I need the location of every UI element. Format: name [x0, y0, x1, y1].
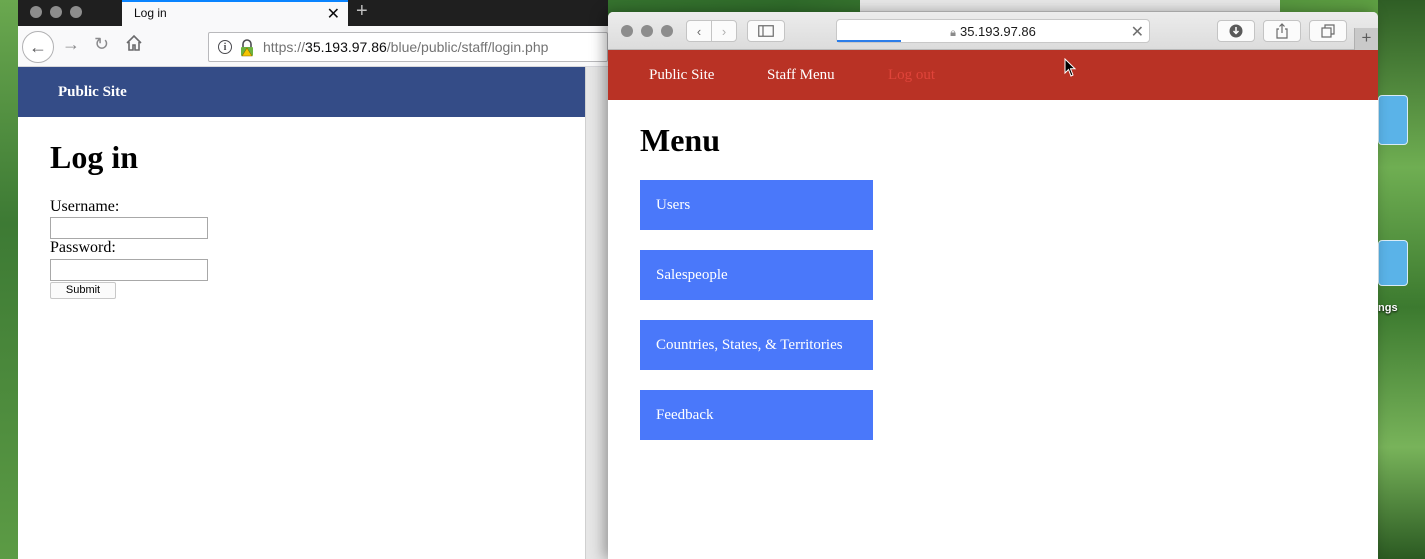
reload-icon[interactable]: ↻: [94, 34, 109, 55]
info-icon[interactable]: i: [218, 40, 232, 54]
tab-login[interactable]: Log in ✕: [122, 0, 348, 26]
firefox-navbar: ← → ↻ i https://35.193.97.86/blue/public…: [18, 26, 608, 67]
loading-progress-bar: [837, 40, 901, 42]
firefox-titlebar: Log in ✕ +: [18, 0, 608, 26]
url-bar[interactable]: 🔒︎ 35.193.97.86 ✕: [836, 19, 1150, 43]
menu-item-countries[interactable]: Countries, States, & Territories: [640, 320, 873, 370]
zoom-window-icon[interactable]: [661, 25, 673, 37]
url-host: 35.193.97.86: [305, 39, 387, 55]
desktop-folder-icon[interactable]: [1378, 240, 1408, 286]
public-site-link[interactable]: Public Site: [58, 84, 127, 101]
url-host: 35.193.97.86: [959, 24, 1036, 39]
username-field[interactable]: [50, 217, 208, 239]
safari-toolbar: ‹ › 🔒︎ 35.193.97.86 ✕ +: [608, 12, 1378, 50]
url-bar[interactable]: i https://35.193.97.86/blue/public/staff…: [208, 32, 608, 62]
minimize-window-icon[interactable]: [641, 25, 653, 37]
back-chevron-icon[interactable]: ‹: [686, 20, 712, 42]
tab-title: Log in: [134, 6, 167, 20]
lock-icon: 🔒︎: [950, 27, 956, 39]
url-text: https://35.193.97.86/blue/public/staff/l…: [263, 39, 548, 55]
new-tab-icon[interactable]: +: [356, 0, 368, 23]
password-field[interactable]: [50, 259, 208, 281]
close-window-icon[interactable]: [621, 25, 633, 37]
sidebar-toggle-icon[interactable]: [747, 20, 785, 42]
page-title: Log in: [50, 139, 139, 175]
minimize-window-icon[interactable]: [50, 6, 62, 18]
safari-window: ‹ › 🔒︎ 35.193.97.86 ✕ + Public Site Staff…: [608, 12, 1378, 559]
staff-menu-link[interactable]: Staff Menu: [767, 67, 835, 84]
public-site-link[interactable]: Public Site: [649, 67, 714, 84]
new-tab-icon[interactable]: +: [1354, 28, 1378, 50]
lock-warning-icon[interactable]: [239, 39, 255, 57]
page-title: Menu: [640, 122, 720, 158]
forward-chevron-icon[interactable]: ›: [711, 20, 737, 42]
url-text: 🔒︎ 35.193.97.86: [837, 24, 1149, 40]
mouse-cursor-icon: [1064, 58, 1077, 77]
background-window-edge: [860, 0, 1280, 12]
menu-item-feedback[interactable]: Feedback: [640, 390, 873, 440]
desktop-strip-right: ngs: [1378, 0, 1425, 559]
username-label: Username:: [50, 198, 120, 215]
site-header: Public Site: [18, 67, 585, 117]
password-label: Password:: [50, 239, 116, 256]
url-path: /blue/public/staff/login.php: [386, 39, 549, 55]
menu-item-users[interactable]: Users: [640, 180, 873, 230]
stop-loading-icon[interactable]: ✕: [1131, 22, 1144, 42]
forward-arrow-icon[interactable]: →: [62, 34, 80, 55]
firefox-window: Log in ✕ + ← → ↻ i https://35.193.97.86/…: [18, 0, 608, 559]
close-window-icon[interactable]: [30, 6, 42, 18]
home-icon[interactable]: [125, 34, 143, 57]
log-out-link[interactable]: Log out: [888, 67, 935, 84]
close-tab-icon[interactable]: ✕: [327, 4, 340, 24]
site-header: Public Site Staff Menu Log out: [608, 50, 1378, 100]
submit-button[interactable]: Submit: [50, 282, 116, 299]
desktop-strip-left: [0, 0, 18, 559]
desktop-folder-icon[interactable]: [1378, 95, 1408, 145]
tabs-overview-icon[interactable]: [1309, 20, 1347, 42]
url-scheme: https://: [263, 39, 306, 55]
safari-page-content: Public Site Staff Menu Log out Menu User…: [608, 50, 1378, 559]
back-arrow-icon[interactable]: ←: [22, 31, 54, 63]
firefox-page-content: Public Site Log in Username: Password: S…: [18, 67, 585, 559]
zoom-window-icon[interactable]: [70, 6, 82, 18]
downloads-icon[interactable]: [1217, 20, 1255, 42]
menu-item-salespeople[interactable]: Salespeople: [640, 250, 873, 300]
scrollbar[interactable]: [585, 67, 608, 559]
desktop-icon-label: ngs: [1378, 302, 1398, 314]
share-icon[interactable]: [1263, 20, 1301, 42]
